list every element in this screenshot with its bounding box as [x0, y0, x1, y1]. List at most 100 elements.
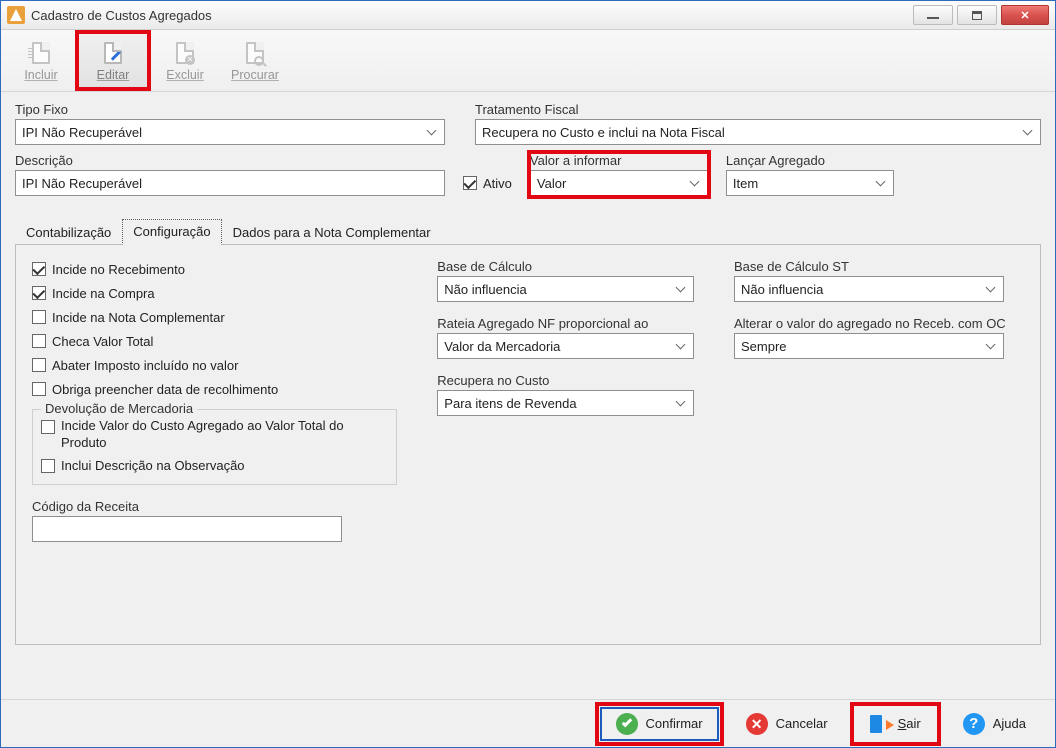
editar-label: Editar [97, 68, 130, 82]
recupera-value: Para itens de Revenda [444, 396, 576, 411]
tipo-fixo-value: IPI Não Recuperável [22, 125, 142, 140]
chk-inclui-desc-obs[interactable] [41, 459, 55, 473]
base-st-label: Base de Cálculo ST [734, 259, 1004, 274]
col-right: Base de Cálculo ST Não influencia Altera… [734, 259, 1024, 542]
content: Tipo Fixo IPI Não Recuperável Tratamento… [1, 92, 1055, 699]
valor-informar-value: Valor [537, 176, 566, 191]
chevron-down-icon [1023, 126, 1033, 136]
chevron-down-icon [676, 340, 686, 350]
lbl-incide-recebimento: Incide no Recebimento [52, 262, 185, 277]
close-button[interactable]: ✕ [1001, 5, 1049, 25]
maximize-button[interactable] [957, 5, 997, 25]
alterar-value: Sempre [741, 339, 787, 354]
lbl-incide-nc: Incide na Nota Complementar [52, 310, 225, 325]
tratamento-value: Recupera no Custo e inclui na Nota Fisca… [482, 125, 725, 140]
lbl-incide-compra: Incide na Compra [52, 286, 155, 301]
codigo-receita-label: Código da Receita [32, 499, 342, 514]
sair-label: Sair [898, 716, 921, 731]
exit-icon [870, 715, 890, 733]
cancelar-button[interactable]: ✕ Cancelar [731, 707, 843, 741]
editar-button[interactable]: Editar [77, 32, 149, 89]
chevron-down-icon [986, 340, 996, 350]
rateia-label: Rateia Agregado NF proporcional ao [437, 316, 694, 331]
minimize-button[interactable] [913, 5, 953, 25]
base-calculo-combo[interactable]: Não influencia [437, 276, 694, 302]
ajuda-label: Ajuda [993, 716, 1026, 731]
chk-checa-valor[interactable] [32, 334, 46, 348]
cancelar-label: Cancelar [776, 716, 828, 731]
ativo-label: Ativo [483, 176, 512, 191]
chk-incide-valor-total[interactable] [41, 420, 55, 434]
base-st-combo[interactable]: Não influencia [734, 276, 1004, 302]
sair-button[interactable]: Sair [855, 707, 936, 741]
lancar-agregado-label: Lançar Agregado [726, 153, 894, 168]
incluir-label: Incluir [24, 68, 57, 82]
lbl-obriga-data: Obriga preencher data de recolhimento [52, 382, 278, 397]
valor-informar-combo[interactable]: Valor [530, 170, 708, 196]
titlebar: Cadastro de Custos Agregados ✕ [1, 1, 1055, 30]
ativo-checkbox[interactable] [463, 176, 477, 190]
app-window: Cadastro de Custos Agregados ✕ Incluir E… [0, 0, 1056, 748]
chk-incide-recebimento[interactable] [32, 262, 46, 276]
codigo-receita-input[interactable] [32, 516, 342, 542]
chk-incide-nc[interactable] [32, 310, 46, 324]
procurar-button[interactable]: Procurar [221, 32, 289, 89]
tab-dados-nc[interactable]: Dados para a Nota Complementar [222, 220, 442, 245]
lbl-checa-valor: Checa Valor Total [52, 334, 153, 349]
chevron-down-icon [676, 283, 686, 293]
tabs: Contabilização Configuração Dados para a… [15, 218, 1041, 245]
col-left: Incide no Recebimento Incide na Compra I… [32, 259, 397, 542]
check-icon [616, 713, 638, 735]
excluir-label: Excluir [166, 68, 204, 82]
tipo-fixo-combo[interactable]: IPI Não Recuperável [15, 119, 445, 145]
tab-configuracao[interactable]: Configuração [122, 219, 221, 245]
grp-devolucao-title: Devolução de Mercadoria [41, 401, 197, 416]
lancar-agregado-value: Item [733, 176, 758, 191]
ajuda-button[interactable]: ? Ajuda [948, 707, 1041, 741]
edit-doc-icon [100, 40, 126, 66]
lbl-inclui-desc-obs: Inclui Descrição na Observação [61, 458, 245, 473]
lbl-incide-valor-total: Incide Valor do Custo Agregado ao Valor … [61, 418, 388, 452]
lancar-agregado-combo[interactable]: Item [726, 170, 894, 196]
chk-abater-imposto[interactable] [32, 358, 46, 372]
rateia-combo[interactable]: Valor da Mercadoria [437, 333, 694, 359]
alterar-label: Alterar o valor do agregado no Receb. co… [734, 316, 1024, 331]
tab-body: Incide no Recebimento Incide na Compra I… [15, 245, 1041, 645]
delete-doc-icon: ✕ [172, 40, 198, 66]
tratamento-label: Tratamento Fiscal [475, 102, 1041, 117]
lbl-abater-imposto: Abater Imposto incluído no valor [52, 358, 238, 373]
chevron-down-icon [427, 126, 437, 136]
window-title: Cadastro de Custos Agregados [31, 8, 212, 23]
confirmar-button[interactable]: Confirmar [600, 707, 719, 741]
chk-obriga-data[interactable] [32, 382, 46, 396]
search-doc-icon [242, 40, 268, 66]
footer: Confirmar ✕ Cancelar Sair ? Ajuda [1, 699, 1055, 747]
alterar-combo[interactable]: Sempre [734, 333, 1004, 359]
col-mid: Base de Cálculo Não influencia Rateia Ag… [437, 259, 694, 542]
base-calculo-value: Não influencia [444, 282, 526, 297]
toolbar: Incluir Editar ✕ Excluir Procurar [1, 30, 1055, 92]
chevron-down-icon [875, 177, 885, 187]
tipo-fixo-label: Tipo Fixo [15, 102, 445, 117]
confirmar-label: Confirmar [646, 716, 703, 731]
descricao-label: Descrição [15, 153, 445, 168]
excluir-button[interactable]: ✕ Excluir [151, 32, 219, 89]
base-st-value: Não influencia [741, 282, 823, 297]
recupera-label: Recupera no Custo [437, 373, 694, 388]
tratamento-combo[interactable]: Recupera no Custo e inclui na Nota Fisca… [475, 119, 1041, 145]
window-controls: ✕ [913, 5, 1049, 25]
tab-contabilizacao[interactable]: Contabilização [15, 220, 122, 245]
base-calculo-label: Base de Cálculo [437, 259, 694, 274]
descricao-input[interactable]: IPI Não Recuperável [15, 170, 445, 196]
chk-incide-compra[interactable] [32, 286, 46, 300]
procurar-label: Procurar [231, 68, 279, 82]
cancel-icon: ✕ [746, 713, 768, 735]
descricao-value: IPI Não Recuperável [22, 176, 142, 191]
recupera-combo[interactable]: Para itens de Revenda [437, 390, 694, 416]
grp-devolucao: Devolução de Mercadoria Incide Valor do … [32, 409, 397, 485]
app-icon [7, 6, 25, 24]
chevron-down-icon [676, 397, 686, 407]
new-doc-icon [28, 40, 54, 66]
help-icon: ? [963, 713, 985, 735]
incluir-button[interactable]: Incluir [7, 32, 75, 89]
